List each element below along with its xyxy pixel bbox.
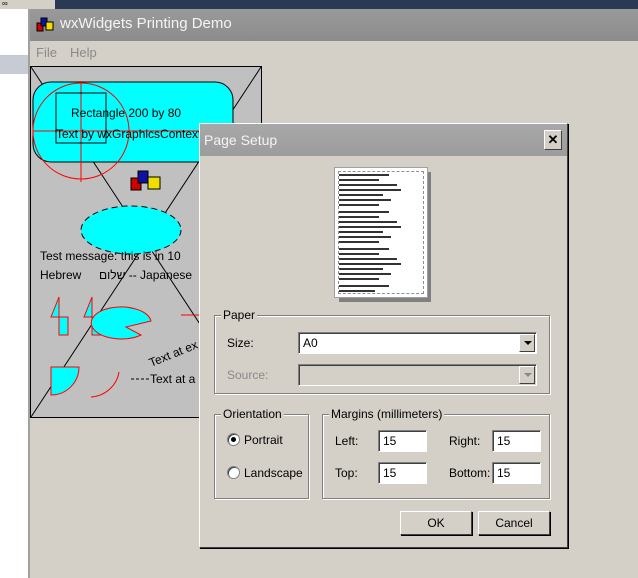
paper-source-select[interactable] bbox=[298, 364, 537, 386]
menu-help[interactable]: Help bbox=[70, 45, 97, 60]
landscape-radio[interactable] bbox=[227, 466, 240, 479]
source-label: Source: bbox=[227, 368, 269, 382]
close-icon[interactable]: ✕ bbox=[544, 130, 562, 150]
chevron-down-icon[interactable] bbox=[519, 334, 535, 352]
red-arc bbox=[90, 371, 120, 398]
top-margin-value: 15 bbox=[383, 466, 397, 480]
title-bar[interactable]: wxWidgets Printing Demo bbox=[30, 9, 638, 41]
dialog-title: Page Setup bbox=[204, 132, 278, 148]
left-margin-value: 15 bbox=[383, 434, 397, 448]
cancel-button[interactable]: Cancel bbox=[478, 511, 550, 535]
right-margin-value: 15 bbox=[497, 434, 511, 448]
page-setup-dialog: Page Setup ✕ Paper Size: A0 Source: Orie… bbox=[199, 123, 568, 548]
paper-size-select[interactable]: A0 bbox=[298, 332, 537, 354]
top-margin-input[interactable]: 15 bbox=[378, 462, 427, 484]
menu-bar: File Help bbox=[30, 41, 638, 65]
hebrew-text: שלום -- Japanese bbox=[99, 268, 192, 282]
wx-app-icon[interactable] bbox=[36, 17, 54, 33]
rectangle-label: Rectangle 200 by 80 bbox=[71, 106, 181, 120]
dialog-title-bar[interactable]: Page Setup ✕ bbox=[200, 124, 567, 156]
background-panel-selected bbox=[0, 56, 28, 74]
hebrew-label: Hebrew bbox=[40, 268, 82, 282]
quarter-pie bbox=[50, 366, 80, 396]
menu-file[interactable]: File bbox=[36, 45, 57, 60]
landscape-label[interactable]: Landscape bbox=[244, 466, 303, 480]
size-label: Size: bbox=[227, 336, 254, 350]
paper-size-value: A0 bbox=[303, 336, 318, 350]
dashed-ellipse bbox=[80, 205, 182, 255]
right-margin-label: Right: bbox=[449, 434, 481, 448]
window-title: wxWidgets Printing Demo bbox=[60, 15, 232, 32]
chevron-down-icon[interactable] bbox=[519, 366, 535, 384]
background-window-edge bbox=[55, 0, 638, 9]
bottom-margin-value: 15 bbox=[497, 466, 511, 480]
infinity-icon: ∞ bbox=[2, 0, 8, 8]
paper-group-label: Paper bbox=[221, 308, 258, 322]
rotated-text: Text at ex bbox=[147, 338, 200, 370]
orientation-group bbox=[214, 414, 309, 499]
right-margin-input[interactable]: 15 bbox=[492, 430, 541, 452]
wx-logo-icon bbox=[130, 170, 161, 191]
left-margin-input[interactable]: 15 bbox=[378, 430, 427, 452]
orientation-group-label: Orientation bbox=[221, 407, 284, 421]
bottom-margin-input[interactable]: 15 bbox=[492, 462, 541, 484]
test-message: Test message: this is in 10 bbox=[40, 249, 181, 263]
background-panel bbox=[0, 33, 28, 56]
cyan-pie bbox=[90, 306, 152, 340]
radio-selected-dot bbox=[231, 437, 236, 442]
margins-group-label: Margins (millimeters) bbox=[329, 407, 445, 421]
graphics-context-label: Text by wxGraphicsContext bbox=[56, 127, 202, 141]
bottom-margin-label: Bottom: bbox=[449, 466, 491, 480]
angle-text: Text at a bbox=[150, 372, 196, 386]
left-margin-label: Left: bbox=[335, 434, 359, 448]
top-margin-label: Top: bbox=[335, 466, 358, 480]
page-preview bbox=[334, 167, 428, 298]
margins-group bbox=[322, 414, 550, 499]
portrait-label[interactable]: Portrait bbox=[244, 433, 283, 447]
cyan-polygon-1 bbox=[50, 296, 69, 336]
portrait-radio[interactable] bbox=[227, 433, 240, 446]
ok-button[interactable]: OK bbox=[400, 511, 472, 535]
